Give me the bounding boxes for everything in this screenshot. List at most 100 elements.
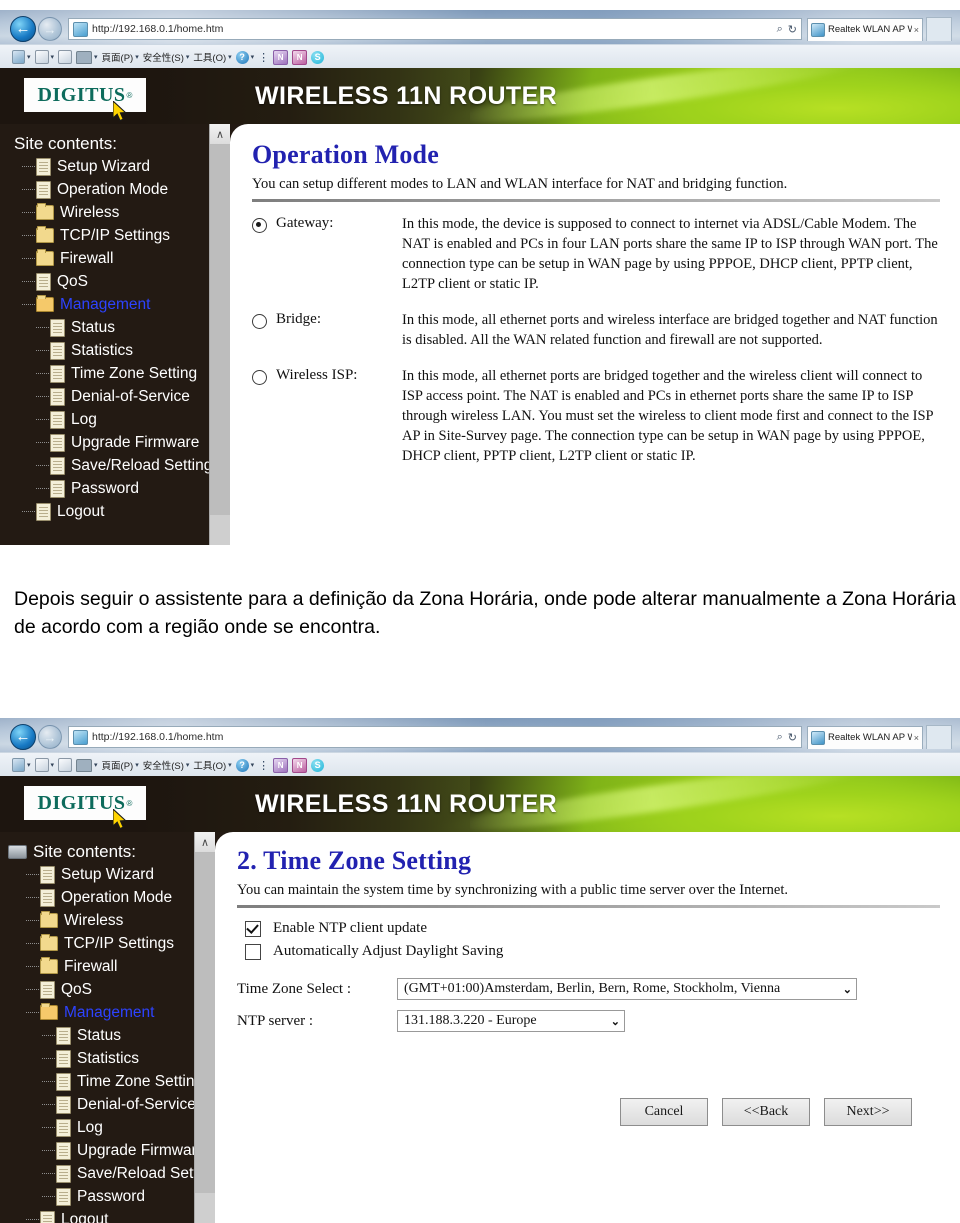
sidebar-item-time-zone-setting[interactable]: Time Zone Setting [14, 362, 230, 385]
sidebar-item-qos[interactable]: QoS [8, 978, 215, 1001]
ntp-server-select[interactable]: 131.188.3.220 - Europe ⌄ [397, 1010, 625, 1032]
sidebar-item-tcp-ip-settings[interactable]: TCP/IP Settings [14, 224, 230, 247]
back-button[interactable]: ← [10, 16, 36, 42]
home-button[interactable]: ▾ [12, 758, 31, 772]
sidebar-item-firewall[interactable]: Firewall [8, 955, 215, 978]
search-icon[interactable]: ⌕ [777, 731, 783, 744]
safety-menu[interactable]: 安全性(S) ▾ [143, 758, 190, 772]
close-icon[interactable]: × [912, 25, 919, 35]
sidebar-item-setup-wizard[interactable]: Setup Wizard [8, 863, 215, 886]
sidebar-item-operation-mode[interactable]: Operation Mode [14, 178, 230, 201]
browser-tab[interactable]: Realtek WLAN AP Webser... × [807, 17, 923, 41]
safety-menu[interactable]: 安全性(S) ▾ [143, 50, 190, 64]
sidebar-item-upgrade-firmware[interactable]: Upgrade Firmware [8, 1139, 215, 1162]
scrollbar-thumb[interactable] [210, 145, 230, 515]
sidebar-item-denial-of-service[interactable]: Denial-of-Service [8, 1093, 215, 1116]
sidebar-item-wireless[interactable]: Wireless [8, 909, 215, 932]
sidebar-item-firewall[interactable]: Firewall [14, 247, 230, 270]
skype-button[interactable]: S [311, 758, 325, 772]
forward-button[interactable]: → [38, 17, 62, 41]
close-icon[interactable]: × [912, 733, 919, 743]
tools-menu[interactable]: 工具(O) ▾ [193, 50, 231, 64]
radio-button-wireless-isp[interactable] [252, 370, 267, 385]
page-menu[interactable]: 頁面(P) ▾ [102, 758, 139, 772]
search-icon[interactable]: ⌕ [777, 23, 783, 36]
sidebar-item-management[interactable]: Management [8, 1001, 215, 1024]
print-button[interactable]: ▾ [76, 50, 98, 64]
skype-button[interactable]: S [311, 50, 325, 64]
sidebar-item-upgrade-firmware[interactable]: Upgrade Firmware [14, 431, 230, 454]
sidebar-scrollbar[interactable]: ∧ [209, 124, 230, 545]
sidebar-item-logout[interactable]: Logout [8, 1208, 215, 1223]
help-icon: ? [235, 758, 249, 772]
feeds-button[interactable]: ▾ [34, 50, 54, 64]
back-button-2[interactable]: ← [10, 724, 36, 750]
sidebar-item-password[interactable]: Password [8, 1185, 215, 1208]
sidebar-item-password[interactable]: Password [14, 477, 230, 500]
scrollbar-thumb[interactable] [195, 853, 215, 1193]
mode-label-group[interactable]: Gateway: [252, 214, 402, 294]
mode-label-group[interactable]: Wireless ISP: [252, 366, 402, 466]
sidebar-item-logout[interactable]: Logout [14, 500, 230, 523]
help-menu[interactable]: ? ▾ [235, 758, 254, 772]
addon-n1-button[interactable]: N [273, 757, 289, 773]
sidebar-item-log[interactable]: Log [8, 1116, 215, 1139]
button-next[interactable]: Next>> [824, 1098, 912, 1126]
help-menu[interactable]: ? ▾ [235, 50, 254, 64]
mode-label-group[interactable]: Bridge: [252, 310, 402, 350]
sidebar-item-status[interactable]: Status [14, 316, 230, 339]
sidebar-item-tcp-ip-settings[interactable]: TCP/IP Settings [8, 932, 215, 955]
sidebar-item-setup-wizard[interactable]: Setup Wizard [14, 155, 230, 178]
tools-menu[interactable]: 工具(O) ▾ [193, 758, 231, 772]
button-cancel[interactable]: Cancel [620, 1098, 708, 1126]
home-button[interactable]: ▾ [12, 50, 31, 64]
checkbox-row[interactable]: Automatically Adjust Daylight Saving [245, 943, 940, 960]
messenger-button[interactable]: ⋮ [258, 51, 269, 64]
new-tab-button-2[interactable] [926, 725, 952, 749]
radio-button-gateway[interactable] [252, 218, 267, 233]
checkbox-row[interactable]: Enable NTP client update [245, 920, 940, 937]
addon-n1-button[interactable]: N [273, 49, 289, 65]
radio-button-bridge[interactable] [252, 314, 267, 329]
scroll-up-icon[interactable]: ∧ [195, 832, 215, 853]
sidebar-item-qos[interactable]: QoS [14, 270, 230, 293]
button-back[interactable]: <<Back [722, 1098, 810, 1126]
mode-description: In this mode, the device is supposed to … [402, 216, 938, 292]
home-icon [12, 758, 25, 772]
forward-button-2[interactable]: → [38, 725, 62, 749]
sidebar-item-time-zone-setting[interactable]: Time Zone Setting [8, 1070, 215, 1093]
checkbox-automatically-adjust-daylight-saving[interactable] [245, 943, 261, 960]
sidebar-item-status[interactable]: Status [8, 1024, 215, 1047]
print-button[interactable]: ▾ [76, 758, 98, 772]
tree-connector [36, 372, 49, 375]
sidebar-scrollbar-2[interactable]: ∧ [194, 832, 215, 1223]
page-menu[interactable]: 頁面(P) ▾ [102, 50, 139, 64]
address-bar-2[interactable]: http://192.168.0.1/home.htm ⌕ ↻ [68, 726, 802, 748]
feeds-button[interactable]: ▾ [34, 758, 54, 772]
addon-n2-button[interactable]: N [292, 49, 308, 65]
sidebar-item-management[interactable]: Management [14, 293, 230, 316]
time-zone-select[interactable]: (GMT+01:00)Amsterdam, Berlin, Bern, Rome… [397, 978, 857, 1000]
refresh-icon[interactable]: ↻ [788, 731, 797, 744]
new-tab-button[interactable] [926, 17, 952, 41]
read-mail-button[interactable] [58, 50, 73, 64]
messenger-button[interactable]: ⋮ [258, 759, 269, 772]
sidebar-item-denial-of-service[interactable]: Denial-of-Service [14, 385, 230, 408]
tab-title: Realtek WLAN AP Webser... [828, 24, 912, 35]
address-bar[interactable]: http://192.168.0.1/home.htm ⌕ ↻ [68, 18, 802, 40]
document-icon [50, 433, 65, 452]
sidebar-item-save-reload-setting[interactable]: Save/Reload Setting [14, 454, 230, 477]
sidebar-item-statistics[interactable]: Statistics [14, 339, 230, 362]
sidebar-item-operation-mode[interactable]: Operation Mode [8, 886, 215, 909]
tree-connector [42, 1126, 55, 1129]
sidebar-item-wireless[interactable]: Wireless [14, 201, 230, 224]
sidebar-item-log[interactable]: Log [14, 408, 230, 431]
browser-tab-2[interactable]: Realtek WLAN AP Webser... × [807, 725, 923, 749]
refresh-icon[interactable]: ↻ [788, 23, 797, 36]
read-mail-button[interactable] [58, 758, 73, 772]
sidebar-item-save-reload-setting[interactable]: Save/Reload Setting [8, 1162, 215, 1185]
scroll-up-icon[interactable]: ∧ [210, 124, 230, 145]
sidebar-item-statistics[interactable]: Statistics [8, 1047, 215, 1070]
addon-n2-button[interactable]: N [292, 757, 308, 773]
checkbox-enable-ntp-client-update[interactable] [245, 920, 261, 937]
